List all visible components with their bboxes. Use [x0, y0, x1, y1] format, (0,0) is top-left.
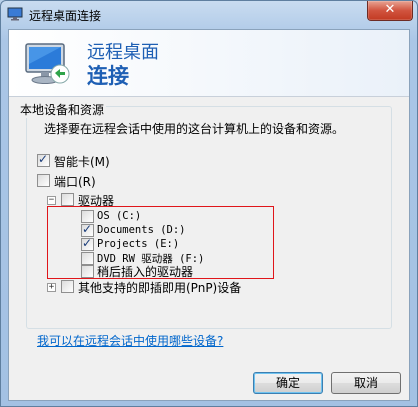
window-title: 远程桌面连接 — [29, 9, 102, 23]
drive-c-label: OS (C:) — [97, 210, 142, 222]
smartcard-checkbox[interactable] — [37, 152, 50, 167]
close-button[interactable]: ✕ — [367, 1, 413, 21]
title-bar[interactable]: 远程桌面连接 ✕ — [1, 1, 417, 29]
drive-e-checkbox[interactable] — [81, 236, 94, 251]
pnp-expander[interactable]: + — [47, 283, 56, 292]
pnp-checkbox[interactable] — [61, 280, 74, 293]
group-description: 选择要在远程会话中使用的这台计算机上的设备和资源。 — [44, 122, 345, 136]
drives-expander[interactable]: − — [47, 196, 56, 205]
dialog-window: 远程桌面连接 ✕ 远程桌面 连接 本地设备和资源 选择要在远程会话中使用的这台计… — [0, 0, 418, 407]
group-label: 本地设备和资源 — [18, 101, 107, 118]
remote-desktop-logo-icon — [25, 43, 70, 84]
pnp-label: 其他支持的即插即用(PnP)设备 — [78, 281, 242, 295]
drives-checkbox[interactable] — [61, 193, 74, 206]
ok-button[interactable]: 确定 — [253, 372, 323, 394]
smartcard-label: 智能卡(M) — [54, 155, 110, 169]
header-title-line2: 连接 — [87, 64, 129, 88]
close-icon: ✕ — [384, 2, 396, 17]
dialog-header: 远程桌面 连接 — [9, 30, 409, 96]
later-drives-label: 稍后插入的驱动器 — [97, 265, 194, 279]
drive-d-label: Documents (D:) — [97, 224, 186, 236]
devices-help-link[interactable]: 我可以在远程会话中使用哪些设备? — [37, 332, 223, 349]
drive-f-checkbox[interactable] — [81, 252, 94, 265]
cancel-button[interactable]: 取消 — [331, 372, 401, 394]
header-divider — [9, 96, 409, 97]
ports-checkbox[interactable] — [37, 174, 50, 187]
drive-e-label: Projects (E:) — [97, 238, 180, 250]
dialog-client-area: 远程桌面 连接 本地设备和资源 选择要在远程会话中使用的这台计算机上的设备和资源… — [8, 29, 410, 401]
remote-desktop-icon — [7, 7, 23, 21]
ports-label: 端口(R) — [54, 175, 96, 189]
later-drives-checkbox[interactable] — [81, 265, 94, 278]
